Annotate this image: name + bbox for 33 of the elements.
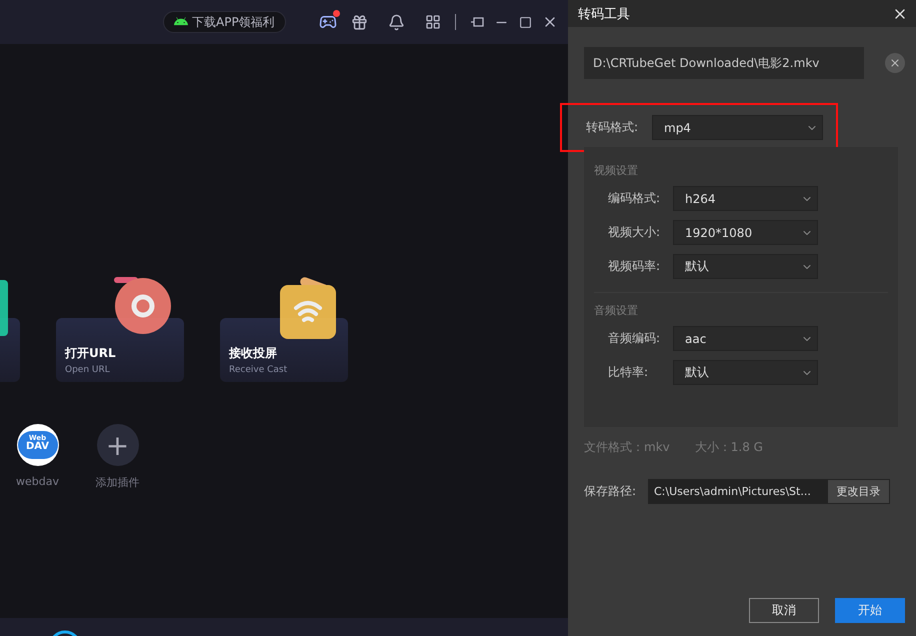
download-app-badge[interactable]: 下载APP领福利 — [163, 11, 286, 33]
setting-dropdown[interactable]: 默认 — [673, 254, 818, 279]
card-title: 打开URL — [65, 345, 117, 362]
feature-card[interactable]: 打开URL Open URL — [56, 277, 184, 382]
dialog-title: 转码工具 — [578, 6, 630, 22]
save-path-field[interactable]: C:\Users\admin\Pictures\St... — [648, 479, 827, 504]
card-title: 接收投屏 — [229, 345, 278, 362]
cancel-button[interactable]: 取消 — [749, 598, 819, 623]
feature-card[interactable]: 接收投屏 Receive Cast — [220, 277, 348, 382]
setting-dropdown[interactable]: 1920*1080 — [673, 220, 818, 245]
card-subtitle: Open URL — [65, 365, 111, 375]
setting-dropdown[interactable]: h264 — [673, 186, 818, 211]
file-path-field[interactable]: D:\CRTubeGet Downloaded\电影2.mkv — [584, 47, 864, 79]
field-label: 视频码率: — [608, 258, 662, 275]
field-label: 编码格式: — [608, 190, 662, 207]
field-label: 视频大小: — [608, 224, 662, 241]
setting-dropdown[interactable]: 默认 — [673, 360, 818, 385]
field-label: 保存路径: — [584, 483, 638, 500]
field-label: 转码格式: — [586, 119, 640, 136]
file-format-text: 文件格式：mkv — [584, 439, 670, 456]
field-label: 音频编码: — [608, 330, 662, 347]
section-title: 音频设置 — [594, 303, 639, 318]
add-plugin-button[interactable]: + — [96, 424, 138, 466]
change-folder-button[interactable]: 更改目录 — [827, 479, 890, 504]
field-label: 比特率: — [608, 364, 650, 381]
setting-dropdown[interactable]: aac — [673, 326, 818, 351]
file-size-text: 大小：1.8 G — [694, 439, 763, 456]
section-title: 视频设置 — [594, 163, 639, 178]
start-button[interactable]: 开始 — [835, 598, 905, 623]
card-subtitle: Receive Cast — [229, 365, 288, 375]
format-dropdown[interactable]: mp4 — [652, 115, 823, 140]
plugin-label: 添加插件 — [96, 475, 140, 490]
plugin-label: webdav — [16, 475, 59, 488]
